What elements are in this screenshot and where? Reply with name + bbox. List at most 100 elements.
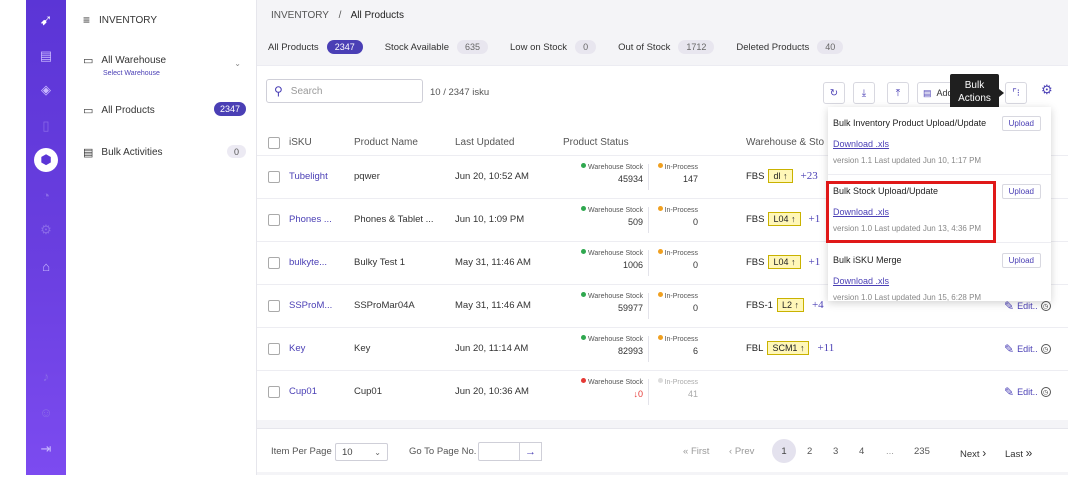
- location-tag[interactable]: SCM1 ↑: [767, 341, 810, 355]
- isku-link[interactable]: Key: [289, 343, 305, 354]
- chevron-down-icon[interactable]: ⌄: [234, 59, 241, 68]
- download-button[interactable]: ⤓: [853, 82, 875, 104]
- page-4-button[interactable]: 4: [859, 446, 864, 457]
- settings-icon[interactable]: ⚙: [38, 222, 54, 238]
- tooltip-line: Actions: [958, 93, 991, 104]
- download-xls-link[interactable]: Download .xls: [833, 276, 889, 286]
- location-tag[interactable]: L04 ↑: [768, 212, 801, 226]
- per-page-value: 10: [342, 446, 353, 458]
- row-checkbox[interactable]: [268, 300, 280, 312]
- header-product-status[interactable]: Product Status: [563, 137, 629, 148]
- clock-icon[interactable]: ◷: [1040, 387, 1051, 397]
- product-name: Phones & Tablet ...: [354, 214, 434, 225]
- tab-all-products[interactable]: All Products 2347: [268, 40, 363, 54]
- edit-button[interactable]: ✎ Edit.. ◷: [1004, 299, 1051, 313]
- tab-low-on-stock[interactable]: Low on Stock 0: [510, 40, 597, 54]
- sidebar-item-bulk-activities[interactable]: ▤ Bulk Activities: [83, 146, 163, 159]
- arrow-right-icon: →: [525, 445, 536, 458]
- goto-page-input[interactable]: [478, 442, 520, 461]
- tab-stock-available[interactable]: Stock Available 635: [385, 40, 489, 54]
- page-2-button[interactable]: 2: [807, 446, 812, 457]
- status-dot: [581, 206, 586, 211]
- sidebar-item-label: Bulk Activities: [101, 147, 163, 158]
- header-product-name[interactable]: Product Name: [354, 137, 418, 148]
- download-xls-link[interactable]: Download .xls: [833, 139, 889, 149]
- next-page-button[interactable]: Next ›: [960, 446, 986, 460]
- tab-out-of-stock[interactable]: Out of Stock 1712: [618, 40, 715, 54]
- last-page-button[interactable]: Last »: [1005, 446, 1032, 460]
- storefront-icon[interactable]: ⌂: [38, 258, 54, 274]
- sidebar-item-label: All Products: [101, 105, 155, 116]
- module-header[interactable]: ≡ INVENTORY: [83, 13, 157, 27]
- chart-pie-icon[interactable]: ◔: [38, 187, 54, 203]
- prev-page-button[interactable]: ‹ Prev: [729, 446, 754, 457]
- refresh-button[interactable]: ↻: [823, 82, 845, 104]
- tablet-icon[interactable]: ▯: [38, 118, 54, 134]
- in-process-label: In-Process: [664, 293, 698, 300]
- header-isku[interactable]: iSKU: [289, 137, 312, 148]
- layers-icon[interactable]: ◈: [38, 82, 54, 98]
- row-checkbox[interactable]: [268, 171, 280, 183]
- per-page-select[interactable]: 10 ⌄: [335, 443, 388, 461]
- upload-button[interactable]: ⤒: [887, 82, 909, 104]
- header-last-updated[interactable]: Last Updated: [455, 137, 515, 148]
- bulk-actions-button[interactable]: ⌜⁝: [1005, 82, 1027, 104]
- isku-link[interactable]: Tubelight: [289, 171, 328, 182]
- page-235-button[interactable]: 235: [914, 446, 930, 457]
- logout-icon[interactable]: ⇥: [38, 441, 54, 457]
- goto-page-button[interactable]: →: [520, 442, 542, 461]
- menu-icon[interactable]: ≡: [83, 13, 90, 27]
- clock-icon[interactable]: ◷: [1040, 344, 1051, 354]
- more-locations[interactable]: +23: [801, 170, 818, 182]
- more-locations[interactable]: +1: [809, 213, 821, 225]
- location-tag[interactable]: dl ↑: [768, 169, 793, 183]
- header-warehouse[interactable]: Warehouse & Sto: [746, 137, 824, 148]
- in-process: In-Process 0: [653, 292, 698, 313]
- more-locations[interactable]: +4: [812, 299, 824, 311]
- gear-icon[interactable]: ⚙: [1041, 82, 1053, 98]
- edit-button[interactable]: ✎ Edit.. ◷: [1004, 342, 1051, 356]
- product-name: Key: [354, 343, 371, 354]
- search-input[interactable]: ⚲ Search: [266, 79, 423, 103]
- user-icon[interactable]: ☺: [38, 404, 54, 420]
- upload-button[interactable]: Upload: [1001, 253, 1041, 268]
- status-divider: [648, 336, 649, 362]
- table-row[interactable]: Cup01 Cup01 Jun 20, 10:36 AM Warehouse Stoc…: [257, 370, 1068, 413]
- first-page-button[interactable]: « First: [683, 446, 709, 457]
- warehouse-selector[interactable]: ▭ All Warehouse: [83, 54, 166, 67]
- breadcrumb-root[interactable]: INVENTORY: [271, 10, 329, 21]
- logo-icon[interactable]: ➹: [38, 12, 54, 29]
- row-checkbox[interactable]: [268, 343, 280, 355]
- isku-link[interactable]: bulkyte...: [289, 257, 327, 268]
- inventory-box-icon[interactable]: ⬢: [34, 148, 58, 172]
- in-process: In-Process 0: [653, 206, 698, 227]
- warehouse-stock-value: 82993: [617, 346, 643, 356]
- in-process: In-Process 0: [653, 249, 698, 270]
- page-3-button[interactable]: 3: [833, 446, 838, 457]
- location-tag[interactable]: L2 ↑: [776, 298, 804, 312]
- select-all-checkbox[interactable]: [268, 137, 280, 149]
- layout-icon[interactable]: ▤: [38, 48, 54, 64]
- location-tag[interactable]: L04 ↑: [768, 255, 801, 269]
- sidebar-item-all-products[interactable]: ▭ All Products: [83, 104, 155, 117]
- more-locations[interactable]: +11: [817, 342, 834, 354]
- table-row[interactable]: Key Key Jun 20, 11:14 AM Warehouse Stock 829…: [257, 327, 1068, 370]
- tab-deleted-products[interactable]: Deleted Products 40: [736, 40, 844, 54]
- isku-link[interactable]: Cup01: [289, 386, 317, 397]
- row-checkbox[interactable]: [268, 257, 280, 269]
- upload-button[interactable]: Upload: [1001, 116, 1041, 131]
- clock-icon[interactable]: ◷: [1040, 301, 1051, 311]
- tooltip-line: Bulk: [964, 80, 985, 91]
- last-updated: Jun 20, 11:14 AM: [455, 343, 529, 354]
- upload-button[interactable]: Upload: [1001, 184, 1041, 199]
- edit-button[interactable]: ✎ Edit.. ◷: [1004, 385, 1051, 399]
- isku-link[interactable]: SSProM...: [289, 300, 332, 311]
- row-checkbox[interactable]: [268, 386, 280, 398]
- page-1-button[interactable]: 1: [772, 439, 796, 463]
- row-checkbox[interactable]: [268, 214, 280, 226]
- pagination-footer: Item Per Page 10 ⌄ Go To Page No. → « Fi…: [257, 428, 1068, 472]
- more-locations[interactable]: +1: [809, 256, 821, 268]
- products-icon: ▭: [83, 105, 94, 117]
- bell-icon[interactable]: ♪: [38, 368, 54, 384]
- isku-link[interactable]: Phones ...: [289, 214, 332, 225]
